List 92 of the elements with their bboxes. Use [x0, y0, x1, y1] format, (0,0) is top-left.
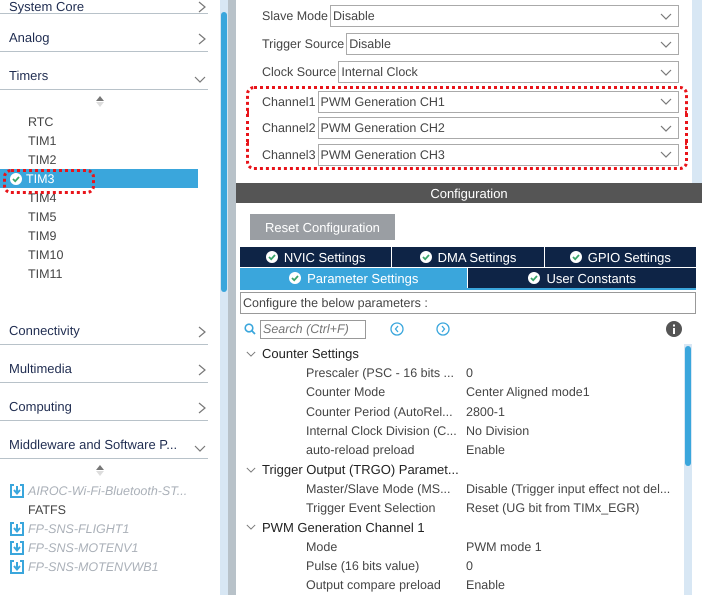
- dropdown[interactable]: PWM Generation CH1: [318, 90, 679, 112]
- sidebar-item[interactable]: RTC: [0, 112, 198, 131]
- category-header[interactable]: Middleware and Software P...: [0, 421, 208, 459]
- chevron-down-icon: [660, 151, 672, 158]
- chevron-right-icon: [198, 33, 206, 45]
- parameter-value[interactable]: 0: [466, 366, 473, 380]
- chevron-down-icon: [246, 524, 256, 530]
- chevron-down-icon: [660, 12, 672, 20]
- dropdown[interactable]: Internal Clock: [338, 61, 679, 83]
- check-icon: [420, 251, 432, 263]
- parameter-value[interactable]: Enable: [466, 578, 505, 592]
- parameter-value[interactable]: PWM mode 1: [466, 540, 542, 554]
- tree-group[interactable]: Counter Settings: [240, 344, 684, 364]
- parameter-name: Output compare preload: [305, 578, 442, 592]
- tab[interactable]: DMA Settings: [392, 247, 544, 267]
- chevron-down-icon: [660, 40, 672, 48]
- dropdown[interactable]: Disable: [330, 5, 679, 27]
- parameter-name: Counter Mode: [305, 385, 386, 400]
- download-icon: [10, 484, 24, 498]
- next-icon[interactable]: [436, 322, 450, 336]
- chevron-right-icon: [198, 364, 206, 376]
- search-field[interactable]: Search (Ctrl+F): [260, 320, 366, 338]
- check-icon: [289, 272, 302, 284]
- parameter-value[interactable]: 2800-1: [466, 404, 505, 419]
- category-header[interactable]: Analog: [0, 14, 208, 52]
- sidebar-item[interactable]: TIM1: [0, 131, 198, 150]
- sidebar-item[interactable]: TIM2: [0, 150, 198, 169]
- download-icon: [10, 522, 24, 536]
- parameter-name: Pulse (16 bits value): [305, 559, 420, 574]
- parameter-value[interactable]: Reset (UG bit from TIMx_EGR): [466, 501, 640, 516]
- category-header[interactable]: Timers: [0, 52, 208, 90]
- chevron-down-icon: [660, 68, 672, 76]
- tab[interactable]: User Constants: [468, 268, 696, 288]
- check-icon: [266, 251, 278, 263]
- field-label: Clock Source: [262, 65, 336, 79]
- sidebar-item[interactable]: TIM11: [0, 264, 198, 283]
- previous-icon[interactable]: [390, 322, 404, 336]
- parameter-name: Mode: [305, 540, 338, 554]
- parameter-value[interactable]: 0: [466, 559, 473, 574]
- chevron-right-icon: [198, 326, 206, 338]
- parameter-name: Prescaler (PSC - 16 bits ...: [305, 366, 455, 380]
- download-icon: [10, 540, 24, 554]
- parameter-value[interactable]: No Division: [466, 424, 530, 438]
- parameter-value[interactable]: Disable (Trigger input effect not del...: [466, 482, 670, 496]
- tab[interactable]: GPIO Settings: [544, 247, 696, 267]
- parameter-value[interactable]: Enable: [466, 443, 505, 458]
- chevron-down-icon: [194, 445, 206, 452]
- chevron-down-icon: [246, 350, 256, 357]
- field-label: Channel1: [262, 94, 316, 108]
- parameter-name: Internal Clock Division (C...: [305, 424, 458, 438]
- chevron-down-icon: [194, 76, 206, 83]
- sidebar-item[interactable]: TIM9: [0, 226, 198, 245]
- tree-group[interactable]: PWM Generation Channel 1: [240, 518, 684, 538]
- field-label: Trigger Source: [262, 37, 344, 51]
- scrollbar-thumb[interactable]: [685, 346, 691, 466]
- chevron-down-icon: [246, 466, 256, 473]
- dropdown[interactable]: Disable: [346, 33, 679, 55]
- chevron-down-icon: [660, 124, 672, 132]
- parameter-value[interactable]: Center Aligned mode1: [466, 385, 590, 400]
- info-icon[interactable]: [666, 321, 682, 337]
- chevron-down-icon: [660, 98, 672, 105]
- chevron-right-icon: [198, 402, 206, 414]
- field-label: Channel3: [262, 148, 316, 162]
- sidebar-item[interactable]: TIM10: [0, 245, 198, 264]
- sidebar-item[interactable]: FATFS: [0, 500, 198, 519]
- parameter-name: Counter Period (AutoRel...: [305, 404, 454, 419]
- parameter-name: Master/Slave Mode (MS...: [305, 482, 452, 496]
- field-label: Slave Mode: [262, 9, 328, 23]
- download-icon: [10, 560, 24, 574]
- dropdown[interactable]: PWM Generation CH3: [318, 144, 679, 166]
- category-header[interactable]: Connectivity: [0, 307, 208, 345]
- dropdown[interactable]: PWM Generation CH2: [318, 117, 679, 139]
- search-icon: [244, 323, 256, 335]
- field-label: Channel2: [262, 121, 316, 135]
- parameter-name: auto-reload preload: [305, 443, 416, 458]
- chevron-right-icon: [198, 0, 206, 12]
- check-icon: [528, 272, 540, 284]
- hint-text: Configure the below parameters :: [240, 292, 696, 314]
- scroll-up-icon[interactable]: [96, 96, 104, 106]
- parameter-name: Trigger Event Selection: [305, 501, 436, 516]
- sidebar-item[interactable]: TIM5: [0, 207, 198, 226]
- category-header[interactable]: Multimedia: [0, 345, 208, 383]
- scrollbar-thumb[interactable]: [221, 12, 227, 292]
- section-header: Configuration: [236, 183, 702, 203]
- tree-group[interactable]: Trigger Output (TRGO) Paramet...: [240, 460, 684, 480]
- tab[interactable]: NVIC Settings: [240, 247, 392, 267]
- check-icon: [10, 172, 22, 184]
- check-icon: [570, 251, 582, 263]
- sidebar-item[interactable]: TIM4: [0, 188, 198, 207]
- category-header[interactable]: System Core: [0, 0, 208, 14]
- category-header[interactable]: Computing: [0, 383, 208, 421]
- scroll-up-icon[interactable]: [96, 464, 104, 476]
